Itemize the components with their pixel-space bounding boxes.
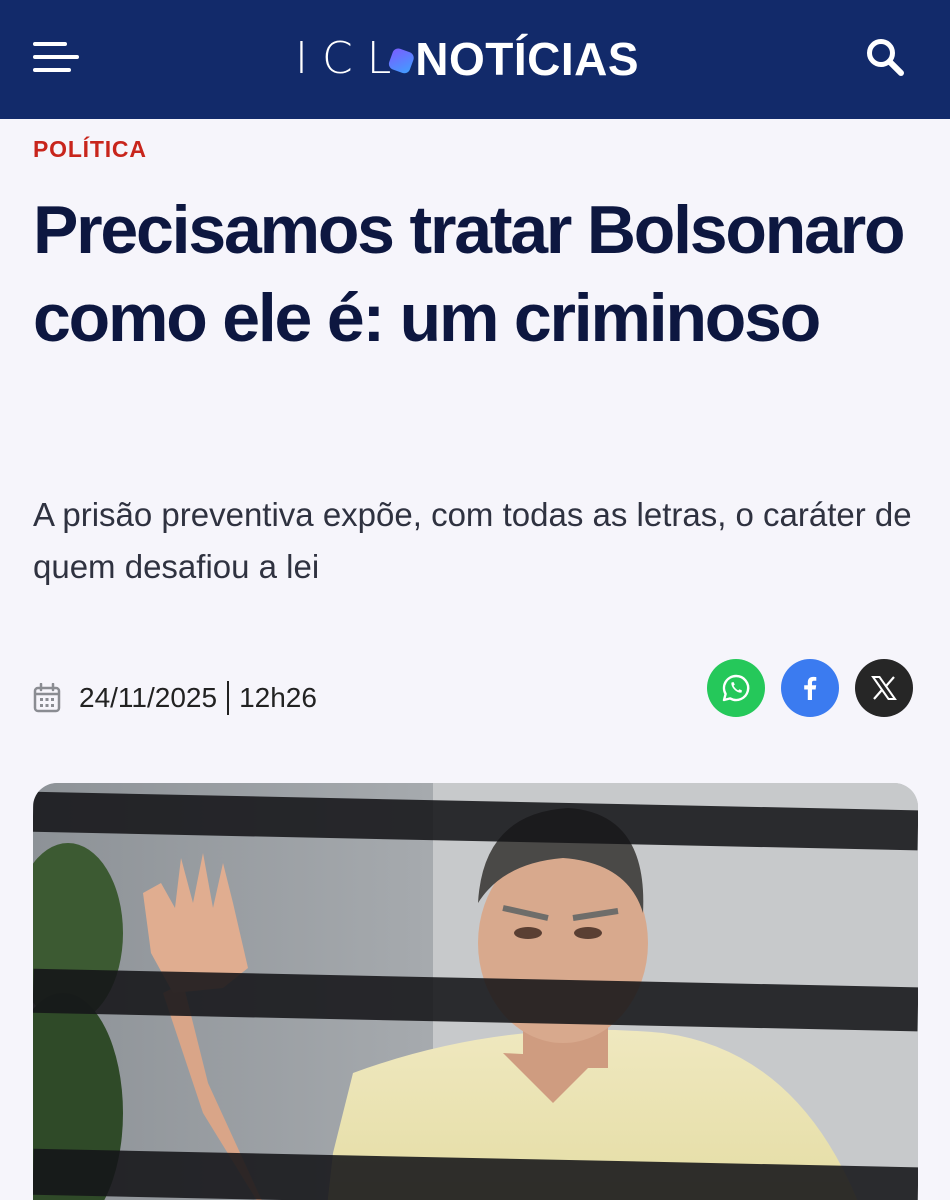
x-twitter-icon [871,676,897,700]
logo-noticias-text: NOTÍCIAS [415,33,639,85]
logo-icl-text: ICL [295,33,406,84]
hamburger-menu-icon[interactable] [33,42,79,76]
publish-time: 12h26 [239,682,317,713]
share-facebook-button[interactable] [781,659,839,717]
share-x-button[interactable] [855,659,913,717]
publish-date: 24/11/2025 [79,682,218,713]
article-headline: Precisamos tratar Bolsonaro como ele é: … [33,192,905,356]
category-label[interactable]: POLÍTICA [33,136,147,163]
site-logo[interactable]: ICL NOTÍCIAS [295,33,639,85]
article-page: ICL NOTÍCIAS POLÍTICA Precisamos tratar … [0,0,950,1200]
site-header: ICL NOTÍCIAS [0,0,950,119]
whatsapp-icon [722,674,750,702]
article-photo[interactable] [33,783,918,1200]
search-icon[interactable] [864,36,906,78]
calendar-icon [33,683,61,713]
share-whatsapp-button[interactable] [707,659,765,717]
facebook-icon [804,676,817,700]
article-photo-illustration [33,783,918,1200]
meta-divider [227,681,230,715]
article-subtitle: A prisão preventiva expõe, com todas as … [33,496,912,585]
publish-meta: 24/11/2025 12h26 [33,676,317,720]
